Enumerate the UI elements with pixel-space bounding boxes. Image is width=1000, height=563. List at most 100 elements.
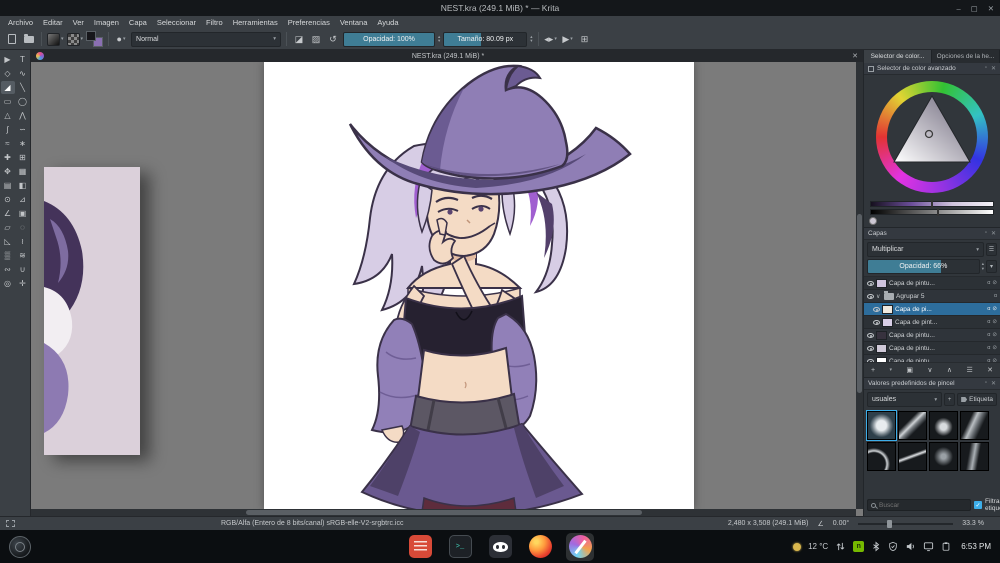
- tool-measure[interactable]: ∠: [1, 207, 15, 220]
- tool-smart-patch[interactable]: ✚: [1, 151, 15, 164]
- add-layer-dropdown[interactable]: ▾: [889, 367, 892, 373]
- pattern-chooser[interactable]: ▾: [66, 32, 83, 46]
- preset-search-box[interactable]: [867, 499, 971, 511]
- saturation-value-triangle[interactable]: [887, 92, 977, 182]
- menu-imagen[interactable]: Imagen: [89, 18, 124, 27]
- tool-contiguous-select[interactable]: ▒: [1, 249, 15, 262]
- tool-freehand-select[interactable]: ≀: [16, 235, 30, 248]
- layer-opacity-spinner[interactable]: ▴ ▾: [982, 261, 984, 271]
- shade-strip-marker[interactable]: [930, 200, 933, 208]
- maximize-button[interactable]: ▢: [971, 4, 978, 13]
- layer-lock-icon[interactable]: ⊘: [992, 280, 997, 286]
- layer-row[interactable]: Capa de pintu... α ⊘: [864, 355, 1000, 362]
- layer-group-row[interactable]: ∨ Agrupar 5 α: [864, 290, 1000, 303]
- menu-ayuda[interactable]: Ayuda: [372, 18, 403, 27]
- brush-preset-thumbnail[interactable]: [867, 442, 896, 471]
- inherit-alpha-icon[interactable]: α: [987, 280, 990, 286]
- float-docker-icon[interactable]: ▫: [985, 230, 987, 237]
- layer-lock-icon[interactable]: ⊘: [992, 319, 997, 325]
- minimize-button[interactable]: –: [956, 4, 960, 13]
- current-color-swatch[interactable]: [869, 217, 877, 225]
- float-docker-icon[interactable]: ▫: [985, 380, 987, 387]
- inherit-alpha-icon[interactable]: α: [987, 306, 990, 312]
- tool-polygon[interactable]: △: [1, 109, 15, 122]
- tool-text[interactable]: T: [16, 53, 30, 66]
- canvas-viewport[interactable]: [31, 62, 863, 516]
- canvas-angle-icon[interactable]: ∠: [817, 520, 823, 528]
- document-close-icon[interactable]: ✕: [852, 52, 858, 60]
- delete-layer-button[interactable]: ✕: [987, 366, 993, 374]
- reload-preset-button[interactable]: ↺: [326, 32, 340, 46]
- tool-rectangle[interactable]: ▭: [1, 95, 15, 108]
- document-tab-bar[interactable]: NEST.kra (249.1 MiB) * ✕: [31, 50, 863, 62]
- layer-row[interactable]: Capa de pintu... α ⊘: [864, 342, 1000, 355]
- reference-image[interactable]: [44, 167, 140, 455]
- opacity-spinner[interactable]: ▴ ▾: [438, 34, 440, 44]
- tool-ellipse-select[interactable]: ◌: [16, 221, 30, 234]
- mirror-horizontal-button[interactable]: ◂▸ ▾: [544, 32, 558, 46]
- menu-seleccionar[interactable]: Seleccionar: [152, 18, 201, 27]
- selection-mode-icon[interactable]: [6, 520, 15, 527]
- foreground-color-swatch[interactable]: [86, 31, 97, 41]
- brush-preset-thumbnail[interactable]: [929, 442, 958, 471]
- close-docker-icon[interactable]: ✕: [991, 230, 996, 237]
- horizontal-scrollbar[interactable]: [31, 509, 856, 516]
- tool-fill[interactable]: ◧: [16, 179, 30, 192]
- zoom-slider-handle[interactable]: [886, 519, 892, 528]
- menu-editar[interactable]: Editar: [38, 18, 68, 27]
- menu-ventana[interactable]: Ventana: [335, 18, 373, 27]
- tool-similar-select[interactable]: ≋: [16, 249, 30, 262]
- value-strip-marker[interactable]: [936, 208, 939, 216]
- layer-properties-button[interactable]: ☰: [966, 366, 972, 374]
- visibility-eye-icon[interactable]: [867, 332, 874, 338]
- visibility-eye-icon[interactable]: [867, 280, 874, 286]
- tool-magnetic-select[interactable]: ∪: [16, 263, 30, 276]
- zoom-percentage[interactable]: 33.3 %: [962, 520, 984, 527]
- tool-polygon-select[interactable]: ◺: [1, 235, 15, 248]
- layer-options-button[interactable]: ▾: [986, 260, 997, 273]
- tab-tool-options[interactable]: Opciones de la he...: [932, 50, 1000, 63]
- bluetooth-icon[interactable]: [871, 541, 881, 552]
- layer-lock-icon[interactable]: ⊘: [992, 345, 997, 351]
- tool-assistants[interactable]: ⊿: [16, 193, 30, 206]
- filter-tag-checkbox[interactable]: ✓: [974, 501, 982, 509]
- settings-icon[interactable]: [868, 65, 874, 72]
- tool-line[interactable]: ╲: [16, 81, 30, 94]
- inherit-alpha-icon[interactable]: α: [987, 332, 990, 338]
- brush-editor-button[interactable]: ● ▾: [114, 32, 128, 46]
- size-spinner[interactable]: ▴ ▾: [530, 34, 532, 44]
- tool-reference-images[interactable]: ▣: [16, 207, 30, 220]
- terminal-app-button[interactable]: >_: [446, 533, 474, 561]
- display-icon[interactable]: [923, 541, 934, 552]
- inherit-alpha-icon[interactable]: α: [987, 319, 990, 325]
- tag-button[interactable]: Etiqueta: [957, 393, 997, 406]
- shade-strip[interactable]: [870, 200, 994, 208]
- alpha-lock-button[interactable]: ▨: [309, 32, 323, 46]
- temperature-text[interactable]: 12 °C: [808, 542, 828, 551]
- menu-archivo[interactable]: Archivo: [3, 18, 38, 27]
- menu-preferencias[interactable]: Preferencias: [283, 18, 335, 27]
- tool-edit-shapes[interactable]: ◇: [1, 67, 15, 80]
- tool-move[interactable]: ✥: [1, 165, 15, 178]
- brush-size-slider[interactable]: Tamaño: 80.09 px: [443, 31, 528, 47]
- tool-color-sampler[interactable]: ⊙: [1, 193, 15, 206]
- visibility-eye-icon[interactable]: [867, 358, 874, 362]
- tool-rect-select[interactable]: ▱: [1, 221, 15, 234]
- layer-row-selected[interactable]: Capa de pi... α ⊘: [864, 303, 1000, 316]
- group-expand-icon[interactable]: ∨: [876, 293, 882, 300]
- files-app-button[interactable]: [406, 533, 434, 561]
- blend-mode-dropdown[interactable]: Normal ▾: [131, 31, 282, 47]
- close-docker-icon[interactable]: ✕: [991, 65, 996, 72]
- canvas-angle-value[interactable]: 0.00°: [833, 520, 849, 527]
- inherit-alpha-icon[interactable]: α: [994, 293, 997, 299]
- layer-row[interactable]: Capa de pintu... α ⊘: [864, 277, 1000, 290]
- tag-dropdown[interactable]: usuales ▾: [867, 392, 943, 407]
- tool-calligraphy[interactable]: ∿: [16, 67, 30, 80]
- zoom-slider[interactable]: [858, 519, 954, 528]
- layer-lock-icon[interactable]: ⊘: [992, 306, 997, 312]
- open-document-button[interactable]: [22, 32, 36, 46]
- gradient-chooser[interactable]: ▾: [47, 32, 64, 46]
- weather-icon[interactable]: [793, 542, 802, 551]
- document-canvas[interactable]: [264, 62, 694, 509]
- visibility-eye-icon[interactable]: [867, 345, 874, 351]
